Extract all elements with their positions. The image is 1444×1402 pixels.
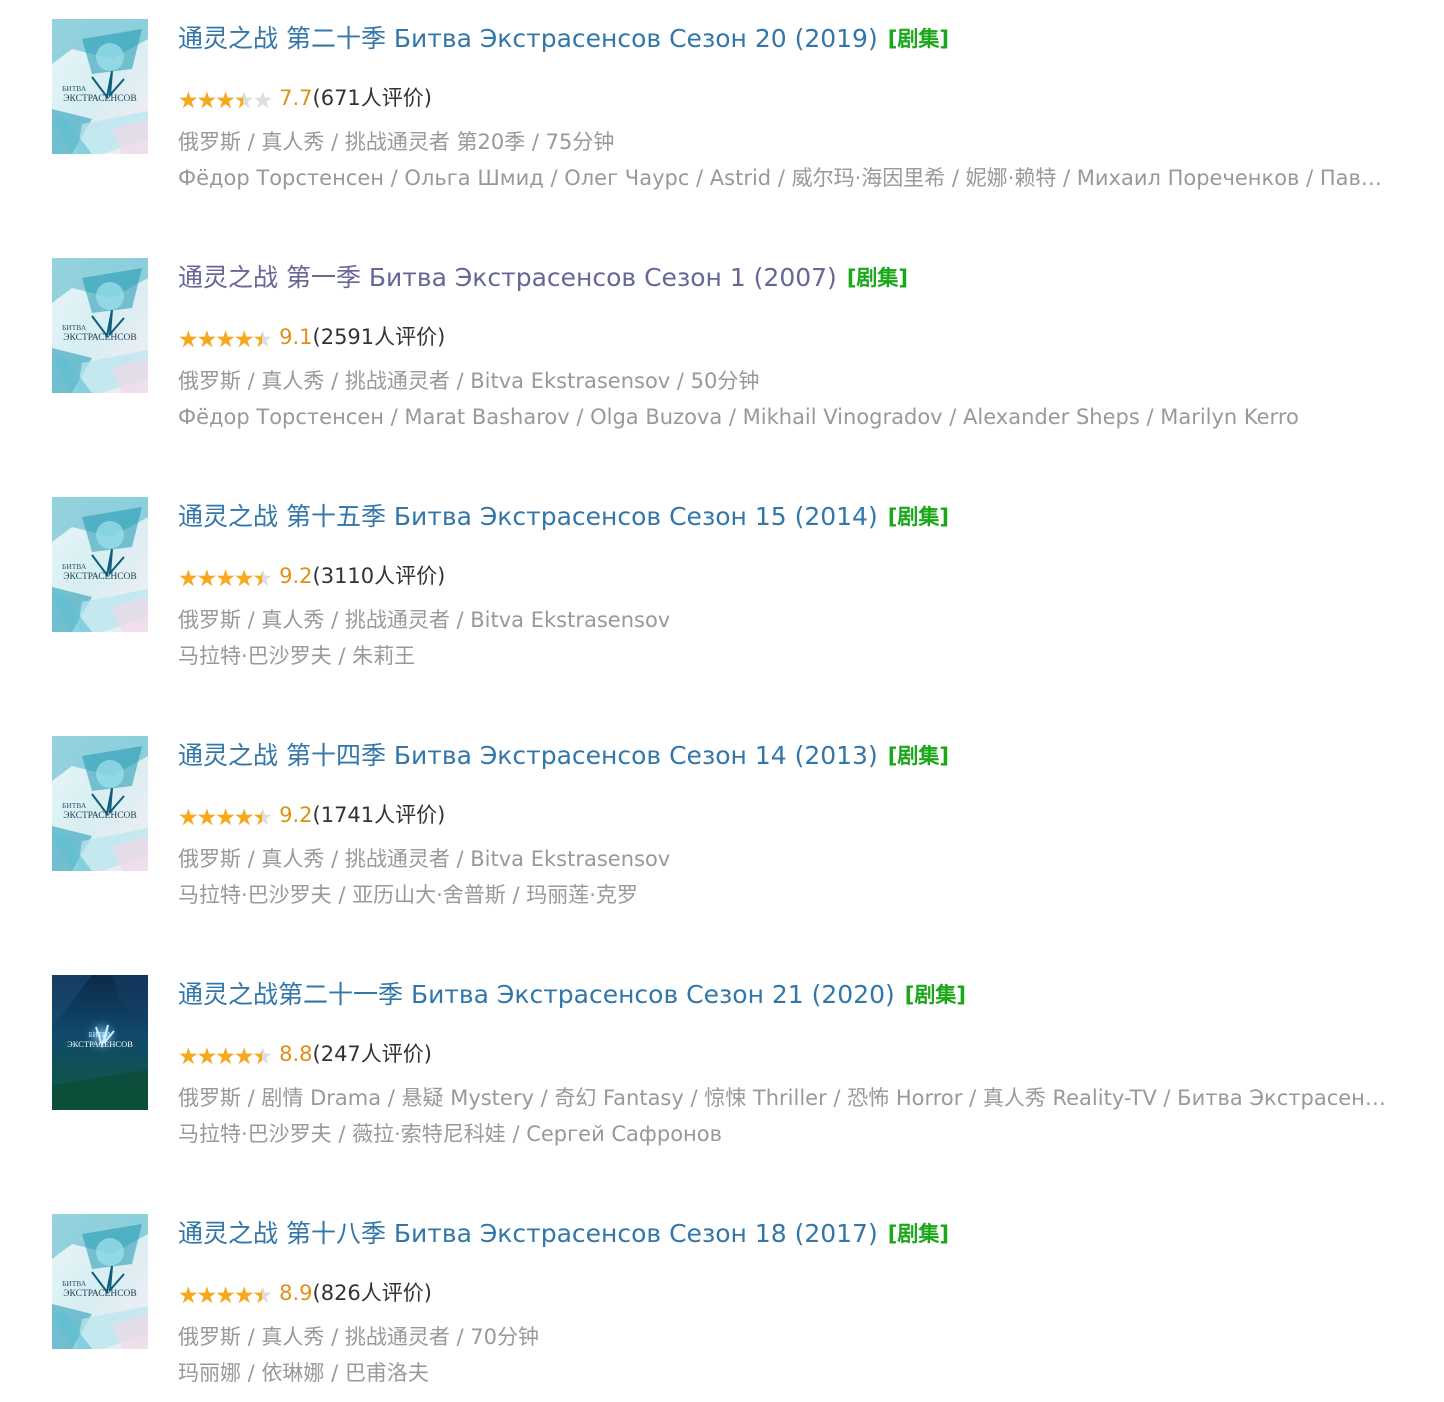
rating-line: ★★★★★★★★★★9.2(1741人评价) bbox=[178, 798, 445, 832]
title-line: 通灵之战 第十五季 Битва Экстрасенсов Сезон 15 (2… bbox=[178, 497, 949, 537]
result-item: БИТВА ЭКСТРАСЕНСОВ 通灵之战 第十五季 Битва Экстр… bbox=[0, 485, 1444, 685]
result-title-link[interactable]: 通灵之战 第二十季 Битва Экстрасенсов Сезон 20 (2… bbox=[178, 24, 878, 53]
poster-text-line2: ЭКСТРАСЕНСОВ bbox=[63, 811, 137, 821]
rating-line: ★★★★★★★★★★8.9(826人评价) bbox=[178, 1276, 432, 1310]
title-line: 通灵之战 第十八季 Битва Экстрасенсов Сезон 18 (2… bbox=[178, 1214, 949, 1254]
poster-text-line2: ЭКСТРАСЕНСОВ bbox=[63, 94, 137, 104]
poster-thumbnail[interactable]: БИТВА ЭКСТРАСЕНСОВ bbox=[52, 497, 148, 632]
cast-list: 马拉特·巴沙罗夫 / 亚历山大·舍普斯 / 玛丽莲·克罗 bbox=[178, 883, 638, 907]
rating-score: 9.1 bbox=[279, 325, 313, 349]
result-item: БИТВА ЭКСТРАСЕНСОВ 通灵之战 第十八季 Битва Экстр… bbox=[0, 1202, 1444, 1402]
title-line: 通灵之战第二十一季 Битва Экстрасенсов Сезон 21 (2… bbox=[178, 975, 966, 1015]
meta-info: 俄罗斯 / 剧情 Drama / 悬疑 Mystery / 奇幻 Fantasy… bbox=[178, 1086, 1393, 1110]
category-tag: [剧集] bbox=[887, 505, 949, 529]
title-line: 通灵之战 第一季 Битва Экстрасенсов Сезон 1 (200… bbox=[178, 258, 908, 298]
poster-text-line2: ЭКСТРАСЕНСОВ bbox=[63, 1289, 137, 1299]
rating-line: ★★★★★★★★★★9.1(2591人评价) bbox=[178, 320, 445, 354]
meta-info: 俄罗斯 / 真人秀 / 挑战通灵者 / 70分钟 bbox=[178, 1325, 539, 1349]
rating-line: ★★★★★★★★★★8.8(247人评价) bbox=[178, 1037, 432, 1071]
poster-text-line2: ЭКСТРАСЕНСОВ bbox=[63, 333, 137, 343]
meta-info: 俄罗斯 / 真人秀 / 挑战通灵者 / Bitva Ekstrasensov /… bbox=[178, 369, 760, 393]
star-rating-icon: ★★★★★★★★★★ bbox=[178, 88, 273, 114]
poster-thumbnail[interactable]: БИТВА ЭКСТРАСЕНСОВ bbox=[52, 1214, 148, 1349]
title-line: 通灵之战 第十四季 Битва Экстрасенсов Сезон 14 (2… bbox=[178, 736, 949, 776]
vote-count: (826人评价) bbox=[312, 1281, 432, 1305]
rating-score: 9.2 bbox=[279, 803, 313, 827]
rating-line: ★★★★★★★★★★9.2(3110人评价) bbox=[178, 559, 445, 593]
result-title-link[interactable]: 通灵之战 第一季 Битва Экстрасенсов Сезон 1 (200… bbox=[178, 263, 837, 292]
star-rating-icon: ★★★★★★★★★★ bbox=[178, 1044, 273, 1070]
cast-list: Фёдор Торстенсен / Marat Basharov / Olga… bbox=[178, 405, 1299, 429]
meta-info: 俄罗斯 / 真人秀 / 挑战通灵者 / Bitva Ekstrasensov bbox=[178, 847, 671, 871]
poster-text-line1: БИТВА bbox=[62, 1279, 87, 1288]
category-tag: [剧集] bbox=[887, 744, 949, 768]
poster-text-line2: ЭКСТРАСЕНСОВ bbox=[63, 572, 137, 582]
cast-list: 玛丽娜 / 依琳娜 / 巴甫洛夫 bbox=[178, 1361, 429, 1385]
rating-score: 9.2 bbox=[279, 564, 313, 588]
category-tag: [剧集] bbox=[887, 1222, 949, 1246]
result-item: БИТВА ЭКСТРАСЕНСОВ 通灵之战第二十一季 Битва Экстр… bbox=[0, 963, 1444, 1163]
rating-line: ★★★★★★★★★★7.7(671人评价) bbox=[178, 81, 432, 115]
rating-score: 8.9 bbox=[279, 1281, 313, 1305]
poster-thumbnail[interactable]: БИТВА ЭКСТРАСЕНСОВ bbox=[52, 19, 148, 154]
poster-text-line1: БИТВА bbox=[62, 801, 87, 810]
result-item: БИТВА ЭКСТРАСЕНСОВ 通灵之战 第十四季 Битва Экстр… bbox=[0, 724, 1444, 924]
rating-score: 8.8 bbox=[279, 1042, 313, 1066]
meta-info: 俄罗斯 / 真人秀 / 挑战通灵者 / Bitva Ekstrasensov bbox=[178, 608, 671, 632]
rating-score: 7.7 bbox=[279, 86, 313, 110]
meta-info: 俄罗斯 / 真人秀 / 挑战通灵者 第20季 / 75分钟 bbox=[178, 130, 615, 154]
star-rating-icon: ★★★★★★★★★★ bbox=[178, 1283, 273, 1309]
result-title-link[interactable]: 通灵之战 第十八季 Битва Экстрасенсов Сезон 18 (2… bbox=[178, 1219, 878, 1248]
poster-thumbnail[interactable]: БИТВА ЭКСТРАСЕНСОВ bbox=[52, 258, 148, 393]
result-title-link[interactable]: 通灵之战 第十五季 Битва Экстрасенсов Сезон 15 (2… bbox=[178, 502, 878, 531]
title-line: 通灵之战 第二十季 Битва Экстрасенсов Сезон 20 (2… bbox=[178, 19, 949, 59]
star-rating-icon: ★★★★★★★★★★ bbox=[178, 327, 273, 353]
category-tag: [剧集] bbox=[846, 266, 909, 290]
poster-text-line1: БИТВА bbox=[89, 1031, 112, 1039]
poster-text-line2: ЭКСТРАСЕНСОВ bbox=[67, 1039, 133, 1049]
result-title-link[interactable]: 通灵之战 第十四季 Битва Экстрасенсов Сезон 14 (2… bbox=[178, 741, 878, 770]
poster-text-line1: БИТВА bbox=[62, 562, 87, 571]
poster-thumbnail[interactable]: БИТВА ЭКСТРАСЕНСОВ bbox=[52, 975, 148, 1110]
vote-count: (671人评价) bbox=[312, 86, 432, 110]
poster-thumbnail[interactable]: БИТВА ЭКСТРАСЕНСОВ bbox=[52, 736, 148, 871]
vote-count: (2591人评价) bbox=[312, 325, 446, 349]
vote-count: (3110人评价) bbox=[312, 564, 446, 588]
cast-list: Фёдор Торстенсен / Ольга Шмид / Олег Чау… bbox=[178, 166, 1393, 190]
star-rating-icon: ★★★★★★★★★★ bbox=[178, 805, 273, 831]
cast-list: 马拉特·巴沙罗夫 / 薇拉·索特尼科娃 / Сергей Сафронов bbox=[178, 1122, 723, 1146]
category-tag: [剧集] bbox=[904, 983, 966, 1007]
category-tag: [剧集] bbox=[887, 27, 949, 51]
cast-list: 马拉特·巴沙罗夫 / 朱莉王 bbox=[178, 644, 416, 668]
result-title-link[interactable]: 通灵之战第二十一季 Битва Экстрасенсов Сезон 21 (2… bbox=[178, 980, 895, 1009]
result-item: БИТВА ЭКСТРАСЕНСОВ 通灵之战 第一季 Битва Экстра… bbox=[0, 246, 1444, 446]
vote-count: (247人评价) bbox=[312, 1042, 432, 1066]
result-item: БИТВА ЭКСТРАСЕНСОВ 通灵之战 第二十季 Битва Экстр… bbox=[0, 7, 1444, 207]
poster-text-line1: БИТВА bbox=[62, 323, 87, 332]
vote-count: (1741人评价) bbox=[312, 803, 446, 827]
poster-text-line1: БИТВА bbox=[62, 84, 87, 93]
star-rating-icon: ★★★★★★★★★★ bbox=[178, 566, 273, 592]
